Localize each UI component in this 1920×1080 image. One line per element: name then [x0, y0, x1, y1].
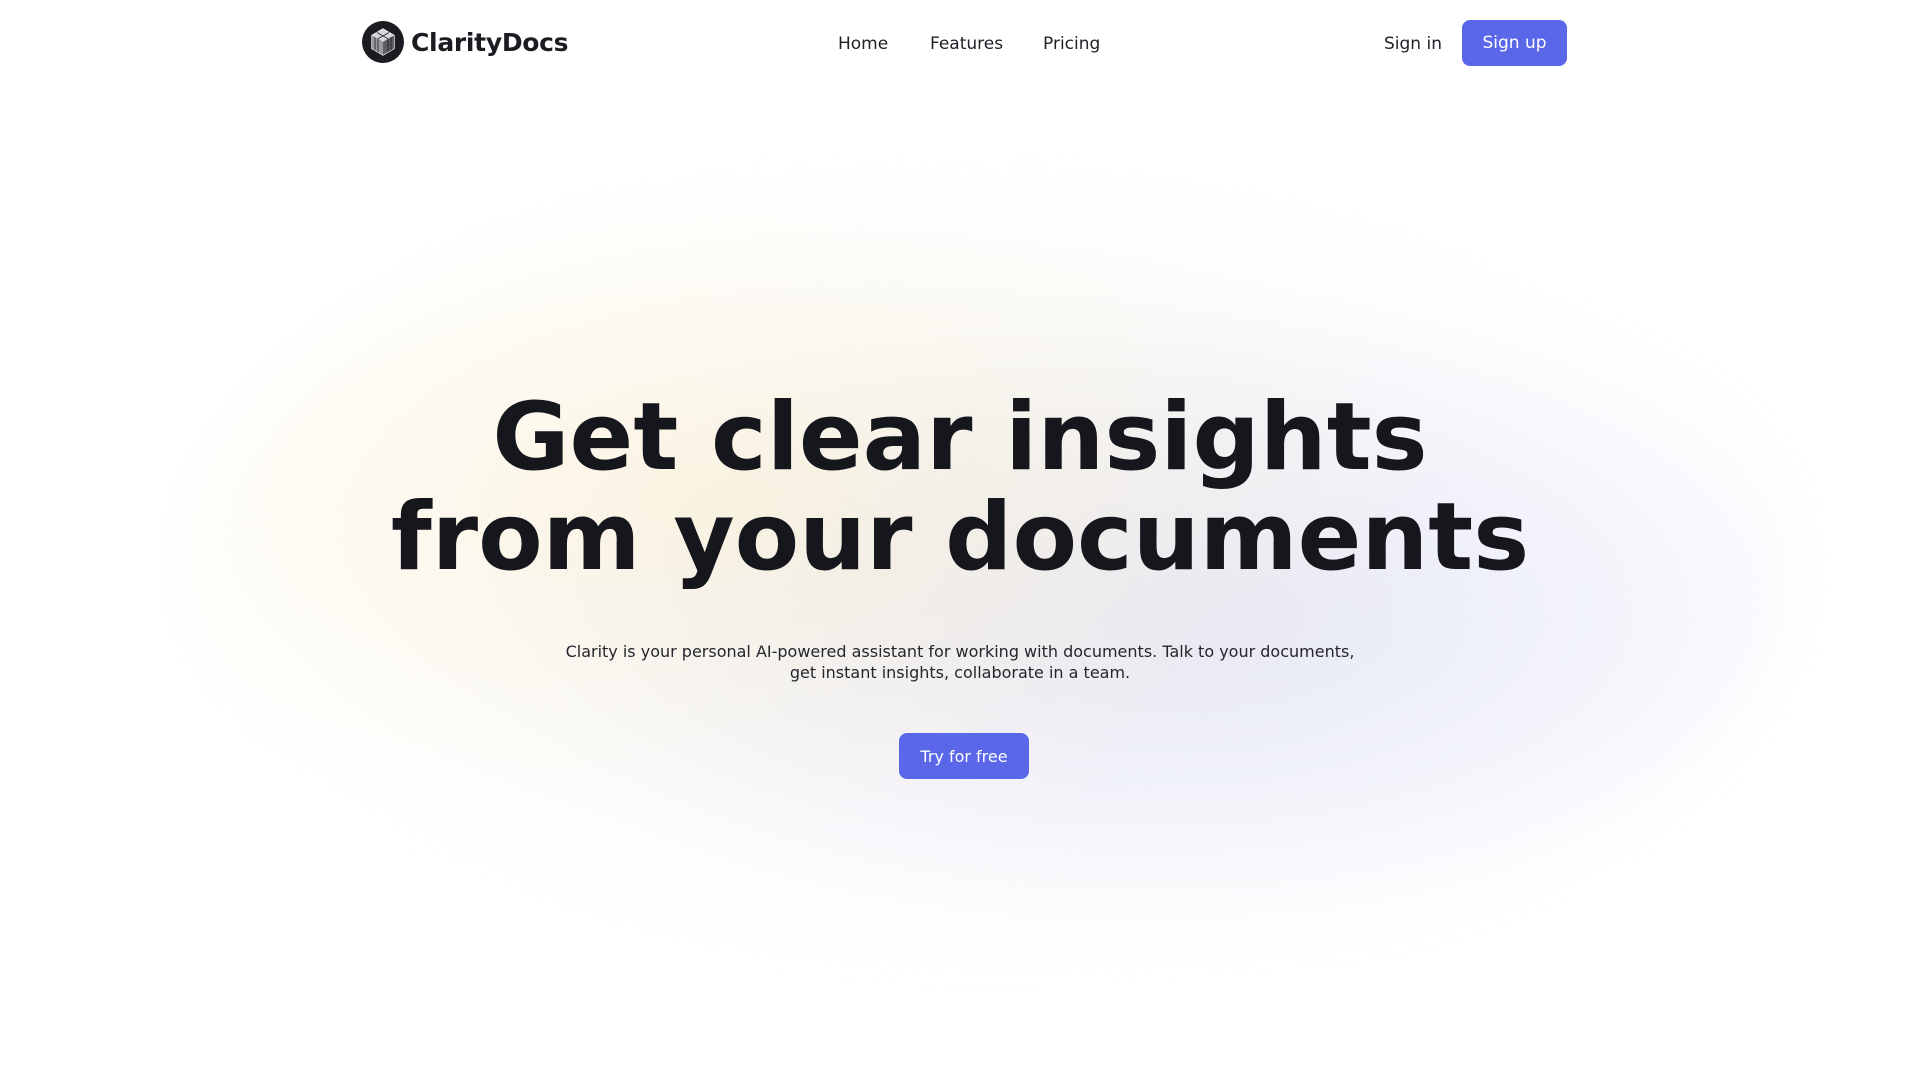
nav-features[interactable]: Features — [930, 30, 1003, 58]
sign-in-link[interactable]: Sign in — [1384, 30, 1442, 58]
hero-subtitle: Clarity is your personal AI-powered assi… — [565, 642, 1355, 682]
sign-up-button[interactable]: Sign up — [1462, 20, 1567, 66]
main-nav: Home Features Pricing — [0, 30, 1920, 58]
nav-pricing[interactable]: Pricing — [1043, 30, 1100, 58]
hero-title-line-2: from your documents — [390, 483, 1530, 592]
hero-title: Get clear insights from your documents — [0, 388, 1920, 588]
site-header: ClarityDocs Home Features Pricing Sign i… — [0, 0, 1920, 86]
landing-page: ClarityDocs Home Features Pricing Sign i… — [0, 0, 1920, 1080]
hero-title-line-1: Get clear insights — [492, 383, 1428, 492]
nav-home[interactable]: Home — [838, 30, 888, 58]
try-for-free-button[interactable]: Try for free — [899, 733, 1029, 779]
